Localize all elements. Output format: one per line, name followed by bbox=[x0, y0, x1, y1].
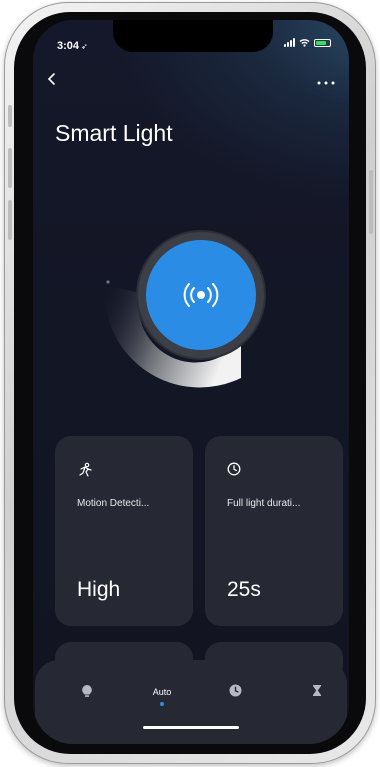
page-title: Smart Light bbox=[55, 120, 173, 146]
more-icon bbox=[317, 81, 335, 85]
chevron-left-icon bbox=[47, 73, 55, 85]
status-icons bbox=[284, 38, 331, 47]
hourglass-icon bbox=[313, 685, 321, 696]
notch bbox=[113, 20, 273, 52]
active-tab-indicator bbox=[160, 702, 164, 706]
more-button[interactable] bbox=[317, 72, 335, 88]
home-indicator[interactable] bbox=[143, 726, 239, 729]
card-label: Motion Detecti... bbox=[77, 498, 150, 509]
signal-icon bbox=[284, 38, 295, 47]
tab-label: Auto bbox=[152, 687, 172, 697]
tab-bar: Auto bbox=[35, 660, 347, 744]
arc-start-dot bbox=[106, 280, 110, 284]
clock-icon bbox=[229, 684, 241, 697]
status-time: 3:04 ➶ bbox=[57, 40, 88, 52]
motion-detection-card[interactable]: Motion Detecti... High bbox=[55, 436, 193, 626]
tab-manual[interactable] bbox=[67, 684, 107, 714]
full-light-duration-card[interactable]: Full light durati... 25s bbox=[205, 436, 343, 626]
location-arrow-icon: ➶ bbox=[81, 42, 88, 51]
bulb-icon bbox=[82, 685, 92, 697]
wifi-icon bbox=[299, 39, 310, 47]
tab-timer[interactable] bbox=[297, 684, 337, 714]
card-value: 25s bbox=[227, 578, 261, 601]
broadcast-icon bbox=[183, 283, 219, 307]
volume-up-button bbox=[8, 148, 12, 188]
battery-icon bbox=[314, 38, 331, 47]
sensor-dial-button[interactable] bbox=[146, 240, 256, 350]
clock-icon bbox=[227, 462, 241, 476]
app-screen: 3:04 ➶ Smart Light Motion Detecti... Hig… bbox=[33, 20, 349, 744]
back-button[interactable] bbox=[47, 72, 57, 91]
card-value: High bbox=[77, 578, 121, 601]
card-label: Full light durati... bbox=[227, 498, 301, 509]
tab-schedule[interactable] bbox=[215, 684, 255, 714]
silent-switch bbox=[8, 105, 12, 127]
motion-icon bbox=[79, 462, 92, 477]
power-button bbox=[369, 170, 373, 234]
tab-auto[interactable]: Auto bbox=[142, 684, 182, 714]
volume-down-button bbox=[8, 200, 12, 240]
